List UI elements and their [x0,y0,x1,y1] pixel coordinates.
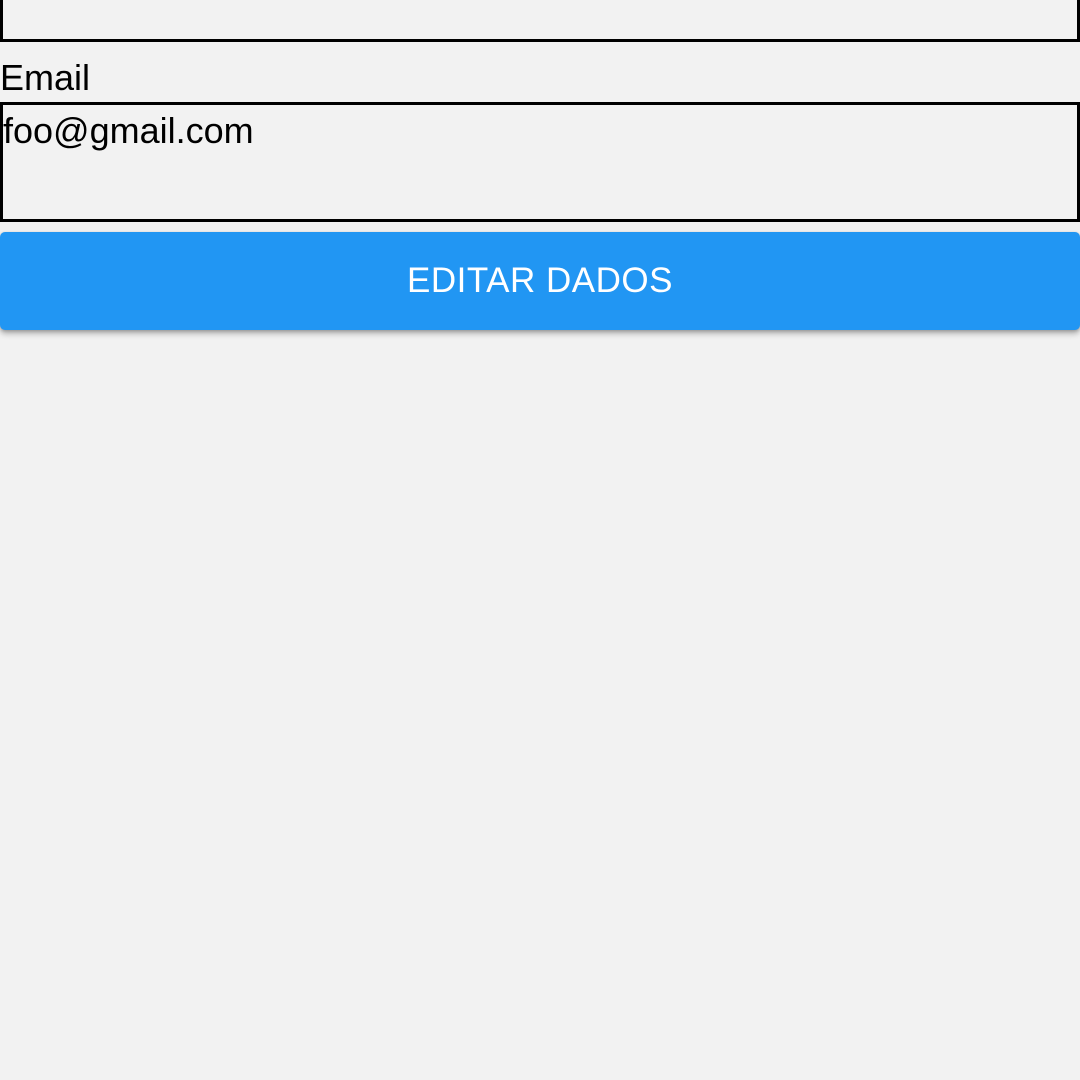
email-label: Email [0,57,91,98]
edit-profile-screen: Email foo@gmail.com EDITAR DADOS [0,0,1080,1080]
previous-input-field[interactable] [0,0,1080,42]
edit-data-button[interactable]: EDITAR DADOS [0,232,1080,330]
email-field[interactable]: foo@gmail.com [0,102,1080,222]
